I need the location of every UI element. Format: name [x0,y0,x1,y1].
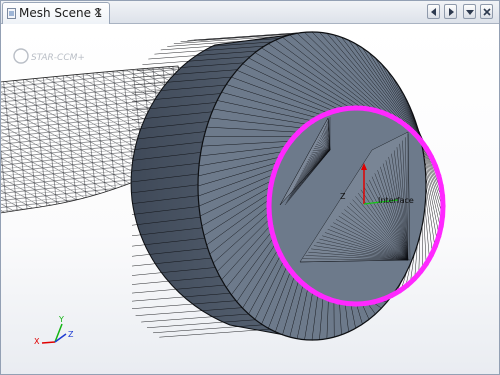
close-icon [483,8,491,16]
axis-triad: X Y Z [34,315,74,346]
mesh-scene-viewport[interactable]: Interface Z STAR-CCM+ X Y Z [0,24,500,375]
mesh-scene-canvas[interactable]: Interface Z STAR-CCM+ X Y Z [0,24,500,375]
cylinder-end-face [197,31,446,341]
star-ccm-logo: STAR-CCM+ [13,48,85,64]
scene-tab-bar: Mesh Scene 1 × [0,0,500,24]
tab-close-button[interactable]: × [93,5,103,19]
svg-text:Z: Z [340,192,346,201]
tab-list-menu-button[interactable] [463,4,476,19]
chevron-right-icon [449,8,454,16]
svg-text:STAR-CCM+: STAR-CCM+ [31,53,85,63]
chevron-left-icon [431,8,436,16]
tab-mesh-scene-1[interactable]: Mesh Scene 1 × [2,2,110,24]
triad-y-label: Y [58,315,64,324]
tab-scroll-right-button[interactable] [444,4,457,19]
local-axis-label: Interface [378,196,414,205]
window-close-button[interactable] [480,4,493,19]
tab-scroll-left-button[interactable] [427,4,440,19]
triad-z-label: Z [68,330,74,339]
tab-title: Mesh Scene 1 [19,6,103,20]
scene-icon [7,8,16,19]
triad-x-label: X [34,337,40,346]
chevron-down-icon [466,10,474,15]
